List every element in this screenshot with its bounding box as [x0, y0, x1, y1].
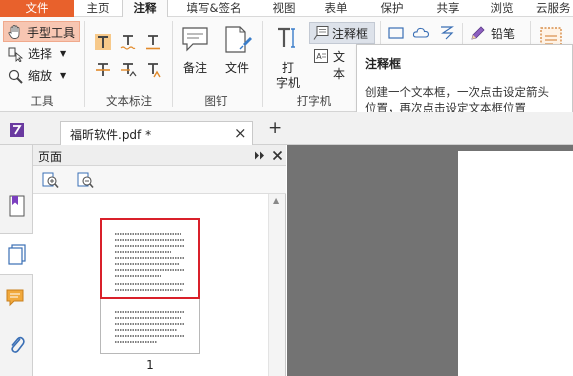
file-label: 文件 [224, 61, 249, 75]
group-divider [172, 21, 173, 107]
cloud-icon[interactable] [412, 25, 430, 40]
callout-icon [313, 26, 329, 40]
tab-share[interactable]: 共享 [420, 0, 476, 17]
document-tab[interactable]: 福昕软件.pdf * × [60, 121, 253, 145]
panel-title: 页面 [38, 150, 63, 164]
hand-icon [8, 25, 20, 39]
zoom-icon [8, 69, 23, 84]
tab-form[interactable]: 表单 [308, 0, 364, 17]
text-cursor-icon [8, 47, 24, 62]
typewriter-button[interactable]: 打 字机 [270, 23, 306, 93]
tab-protect[interactable]: 保护 [364, 0, 420, 17]
pencil-icon [471, 26, 485, 40]
bookmark-icon[interactable] [8, 195, 26, 217]
textbox-icon: A [314, 49, 328, 63]
strikeout-text-icon[interactable] [94, 61, 112, 79]
file-attach-button[interactable]: 文件 [218, 23, 256, 85]
scroll-up-icon[interactable]: ▲ [273, 196, 279, 205]
pages-panel: 页面 1 ▲ [33, 145, 286, 376]
chevron-down-icon: ▼ [60, 71, 67, 80]
group-label-text-markup: 文本标注 [106, 94, 152, 108]
select-label: 选择 [28, 47, 53, 61]
replace-text-icon[interactable] [119, 61, 137, 79]
pages-panel-tab[interactable] [0, 233, 33, 275]
tooltip-line-1: 创建一个文本框，一次点击设定箭头 [365, 85, 549, 99]
close-tab-icon[interactable]: × [234, 124, 247, 142]
tab-comment[interactable]: 注释 [122, 0, 168, 18]
tab-fill-sign[interactable]: 填写&签名 [168, 0, 260, 17]
pencil-button[interactable]: 铅笔 [470, 23, 522, 43]
hand-tool-label: 手型工具 [27, 26, 76, 40]
callout-label: 注释框 [332, 27, 369, 41]
note-button[interactable]: 备注 [176, 23, 214, 85]
callout-button[interactable]: 注释框 [309, 22, 375, 44]
group-divider [84, 21, 85, 107]
callout-tooltip: 注释框 创建一个文本框，一次点击设定箭头 位置，再次点击设定文本框位置 [356, 44, 573, 119]
highlight-text-icon[interactable] [94, 33, 112, 51]
group-divider [262, 21, 263, 107]
visible-area-indicator[interactable] [100, 218, 200, 299]
rectangle-icon[interactable] [388, 26, 404, 40]
zoom-button[interactable]: 缩放 ▼ [8, 66, 80, 86]
group-label-tools: 工具 [30, 94, 54, 108]
note-icon [182, 27, 208, 52]
tab-home[interactable]: 主页 [74, 0, 122, 17]
tab-cloud[interactable]: 云服务 [528, 0, 573, 17]
tab-browse[interactable]: 浏览 [476, 0, 528, 17]
select-button[interactable]: 选择 ▼ [8, 44, 80, 64]
textbox-label: 文本 [333, 50, 346, 81]
close-panel-icon[interactable] [272, 150, 283, 161]
document-view[interactable] [287, 145, 573, 376]
zoom-in-page-icon[interactable] [42, 172, 59, 189]
panel-header: 页面 [33, 145, 286, 166]
menu-bar: 文件 主页 注释 填写&签名 视图 表单 保护 共享 浏览 云服务 [0, 0, 573, 18]
panel-scrollbar[interactable]: ▲ [268, 194, 285, 376]
comments-icon[interactable] [6, 288, 26, 308]
insert-text-icon[interactable] [144, 61, 162, 79]
zoom-label: 缩放 [28, 69, 53, 83]
add-tab-icon[interactable]: + [268, 118, 282, 138]
typewriter-label-1: 打 [281, 61, 294, 75]
underline-squiggly-icon[interactable] [119, 33, 137, 51]
group-label-pin: 图钉 [204, 94, 228, 108]
tab-file[interactable]: 文件 [0, 0, 74, 17]
pencil-label: 铅笔 [491, 27, 516, 41]
foxit-logo-icon[interactable] [9, 122, 25, 138]
left-navigation-strip [0, 145, 33, 376]
page-number: 1 [146, 358, 154, 372]
group-label-typewriter: 打字机 [296, 94, 332, 108]
svg-text:A: A [316, 52, 322, 61]
app-window: 文件 主页 注释 填写&签名 视图 表单 保护 共享 浏览 云服务 手型工具 选… [0, 0, 573, 376]
hand-tool-button[interactable]: 手型工具 [3, 21, 80, 42]
typewriter-label-2: 字机 [275, 76, 300, 90]
document-page[interactable] [458, 151, 573, 376]
tab-view[interactable]: 视图 [260, 0, 308, 17]
polyline-icon[interactable] [438, 24, 456, 41]
pages-icon [8, 244, 26, 265]
typewriter-icon [278, 27, 295, 48]
document-tab-bar: 福昕软件.pdf * × + [0, 112, 573, 145]
attachment-icon[interactable] [8, 333, 26, 355]
text-markup-tools [88, 27, 168, 87]
note-label: 备注 [182, 61, 207, 75]
collapse-panel-icon[interactable] [254, 151, 266, 160]
underline-text-icon[interactable] [144, 33, 162, 51]
zoom-out-page-icon[interactable] [77, 172, 94, 189]
panel-toolbar [33, 166, 286, 194]
chevron-down-icon: ▼ [60, 49, 67, 58]
textbox-button[interactable]: A 文本 [312, 46, 356, 81]
tooltip-title: 注释框 [365, 57, 402, 71]
file-pin-icon [225, 26, 252, 53]
document-tab-title: 福昕软件.pdf * [70, 128, 152, 142]
